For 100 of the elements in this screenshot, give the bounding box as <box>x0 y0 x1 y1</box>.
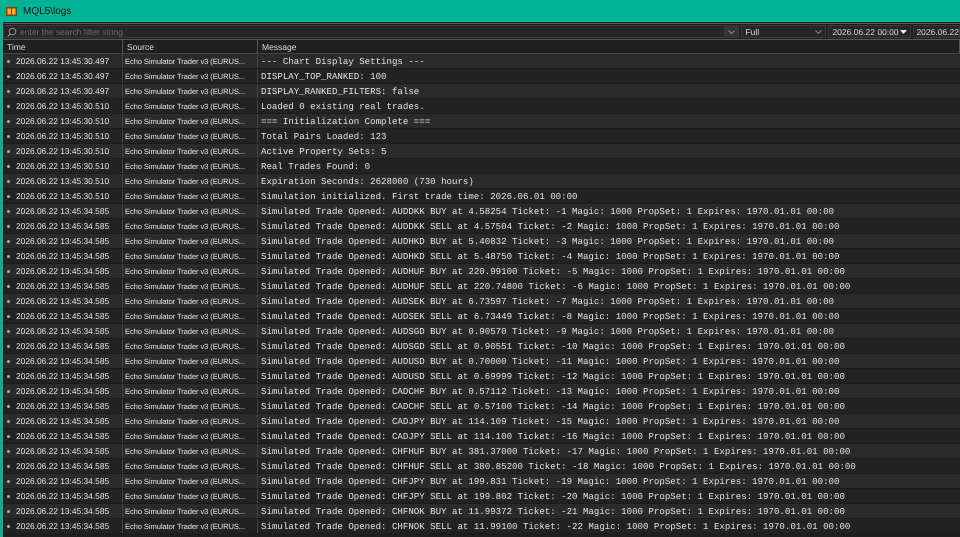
bullet-icon <box>7 344 10 348</box>
message-cell: Simulated Trade Opened: CADJPY SELL at 114.100 Ticket: -16 Magic: 1000 PropSet: 1 Expires: 1970.01.01 00:00 <box>261 430 845 442</box>
message-cell: DISPLAY_RANKED_FILTERS: false <box>261 86 420 96</box>
bullet-icon <box>7 60 10 62</box>
time-cell: 2026.06.22 13:45:34.585 <box>16 461 110 471</box>
book-icon <box>6 6 17 16</box>
bullet-icon <box>7 360 10 362</box>
bullet-icon <box>7 464 10 468</box>
bullet-icon <box>7 330 10 332</box>
bullet-icon <box>7 104 10 108</box>
message-cell: Simulated Trade Opened: AUDUSD SELL at 0.69999 Ticket: -12 Magic: 1000 PropSet: 1 Expires: 1970.01.01 00:00 <box>261 370 845 382</box>
date-to-picker[interactable]: 2026.06.22 <box>913 25 960 38</box>
column-header[interactable]: Time <box>3 40 123 53</box>
time-cell: 2026.06.22 13:45:34.585 <box>16 446 110 456</box>
message-cell: Simulated Trade Opened: CHFHUF SELL at 380.85200 Ticket: -18 Magic: 1000 PropSet: 1 Expires: 1970.01.01 00:00 <box>261 460 856 472</box>
search-bar[interactable]: enter the search filter string <box>3 25 740 38</box>
bullet-icon <box>7 314 10 318</box>
time-cell: 2026.06.22 13:45:30.497 <box>16 56 110 66</box>
bullet-icon <box>7 480 10 482</box>
time-cell: 2026.06.22 13:45:34.585 <box>16 371 110 381</box>
caret-icon <box>900 30 908 34</box>
search-field[interactable]: enter the search filter string <box>20 26 722 36</box>
message-cell: Simulated Trade Opened: CHFHUF BUY at 381.37000 Ticket: -17 Magic: 1000 PropSet: 1 Expires: 1970.01.01 00:00 <box>261 446 850 456</box>
bullet-icon <box>7 404 10 408</box>
time-cell: 2026.06.22 13:45:30.510 <box>16 191 110 201</box>
mode-dropdown[interactable]: Full <box>741 25 826 38</box>
time-cell: 2026.06.22 13:45:34.585 <box>16 506 110 516</box>
time-cell: 2026.06.22 13:45:34.585 <box>16 326 110 336</box>
time-cell: 2026.06.22 13:45:34.585 <box>16 311 110 321</box>
search-icon <box>7 26 17 36</box>
bullet-icon <box>7 194 10 198</box>
column-header[interactable]: Source <box>123 40 258 53</box>
message-cell: Simulated Trade Opened: AUDSGD BUY at 0.90570 Ticket: -9 Magic: 1000 PropSet: 1 Expires: 1970.01.01 00:00 <box>261 326 834 336</box>
bullet-icon <box>7 240 10 242</box>
bullet-icon <box>7 450 10 452</box>
time-cell: 2026.06.22 13:45:34.585 <box>16 236 110 246</box>
message-cell: Simulated Trade Opened: CHFJPY BUY at 199.831 Ticket: -19 Magic: 1000 PropSet: 1 Expires: 1970.01.01 00:00 <box>261 476 840 486</box>
bullet-icon <box>7 210 10 212</box>
message-cell: Loaded 0 existing real trades. <box>261 100 425 112</box>
time-cell: 2026.06.22 13:45:30.510 <box>16 161 110 171</box>
time-cell: 2026.06.22 13:45:34.585 <box>16 206 110 216</box>
message-cell: === Initialization Complete === <box>261 116 430 126</box>
time-cell: 2026.06.22 13:45:34.585 <box>16 476 110 486</box>
bullet-icon <box>7 494 10 498</box>
bullet-icon <box>7 180 10 182</box>
message-cell: Simulated Trade Opened: CADJPY BUY at 114.109 Ticket: -15 Magic: 1000 PropSet: 1 Expires: 1970.01.01 00:00 <box>261 416 840 426</box>
message-cell: Simulated Trade Opened: AUDDKK SELL at 4.57504 Ticket: -2 Magic: 1000 PropSet: 1 Expires: 1970.01.01 00:00 <box>261 220 840 232</box>
time-cell: 2026.06.22 13:45:34.585 <box>16 266 110 276</box>
message-cell: Simulated Trade Opened: AUDUSD BUY at 0.70000 Ticket: -11 Magic: 1000 PropSet: 1 Expires: 1970.01.01 00:00 <box>261 356 840 366</box>
bullet-icon <box>7 434 10 438</box>
message-cell: Simulated Trade Opened: AUDSEK SELL at 6.73449 Ticket: -8 Magic: 1000 PropSet: 1 Expires: 1970.01.01 00:00 <box>261 310 840 322</box>
time-cell: 2026.06.22 13:45:30.510 <box>16 146 110 156</box>
time-cell: 2026.06.22 13:45:34.585 <box>16 521 110 531</box>
time-cell: 2026.06.22 13:45:34.585 <box>16 221 110 231</box>
message-cell: Simulated Trade Opened: AUDHUF SELL at 220.74800 Ticket: -6 Magic: 1000 PropSet: 1 Expires: 1970.01.01 00:00 <box>261 280 850 292</box>
message-cell: Simulated Trade Opened: AUDSGD SELL at 0.90551 Ticket: -10 Magic: 1000 PropSet: 1 Expires: 1970.01.01 00:00 <box>261 340 845 352</box>
bullet-icon <box>7 164 10 168</box>
time-cell: 2026.06.22 13:45:34.585 <box>16 356 110 366</box>
time-cell: 2026.06.22 13:45:34.585 <box>16 491 110 501</box>
time-cell: 2026.06.22 13:45:34.585 <box>16 401 110 411</box>
time-cell: 2026.06.22 13:45:34.585 <box>16 251 110 261</box>
time-cell: 2026.06.22 13:45:30.510 <box>16 116 110 126</box>
message-cell: Total Pairs Loaded: 123 <box>261 130 387 142</box>
bullet-icon <box>7 420 10 422</box>
time-cell: 2026.06.22 13:45:30.497 <box>16 86 110 96</box>
message-cell: Simulated Trade Opened: AUDHUF BUY at 220.99100 Ticket: -5 Magic: 1000 PropSet: 1 Expires: 1970.01.01 00:00 <box>261 266 845 276</box>
bullet-icon <box>7 510 10 512</box>
message-cell: Simulated Trade Opened: CADCHF SELL at 0.57100 Ticket: -14 Magic: 1000 PropSet: 1 Expires: 1970.01.01 00:00 <box>261 400 845 412</box>
bullet-icon <box>7 374 10 378</box>
time-cell: 2026.06.22 13:45:34.585 <box>16 281 110 291</box>
bullet-icon <box>7 284 10 288</box>
column-header[interactable]: Message <box>258 40 960 53</box>
bullet-icon <box>7 524 10 528</box>
message-cell: Simulation initialized. First trade time: 2026.06.01 00:00 <box>261 190 578 202</box>
message-cell: Simulated Trade Opened: CHFJPY SELL at 199.802 Ticket: -20 Magic: 1000 PropSet: 1 Expires: 1970.01.01 00:00 <box>261 490 845 502</box>
time-cell: 2026.06.22 13:45:30.510 <box>16 131 110 141</box>
time-cell: 2026.06.22 13:45:34.585 <box>16 416 110 426</box>
dropdown-chevron-icon[interactable] <box>724 25 738 38</box>
bullet-icon <box>7 254 10 258</box>
time-cell: 2026.06.22 13:45:34.585 <box>16 341 110 351</box>
bullet-icon <box>7 150 10 152</box>
time-cell: 2026.06.22 13:45:30.510 <box>16 101 110 111</box>
bullet-icon <box>7 224 10 228</box>
message-cell: Expiration Seconds: 2628000 (730 hours) <box>261 176 474 186</box>
date-from-picker[interactable]: 2026.06.22 00:00 <box>828 25 912 38</box>
time-cell: 2026.06.22 13:45:30.497 <box>16 71 110 81</box>
window-title: MQL5\logs <box>23 6 72 16</box>
time-cell: 2026.06.22 13:45:30.510 <box>16 176 110 186</box>
message-cell: Simulated Trade Opened: AUDDKK BUY at 4.58254 Ticket: -1 Magic: 1000 PropSet: 1 Expires: 1970.01.01 00:00 <box>261 206 834 216</box>
bullet-icon <box>7 390 10 392</box>
bullet-icon <box>7 270 10 272</box>
bullet-icon <box>7 90 10 92</box>
bullet-icon <box>7 134 10 138</box>
chevron-icon <box>815 30 822 34</box>
bullet-icon <box>7 74 10 78</box>
message-cell: Simulated Trade Opened: CHFNOK BUY at 11.99372 Ticket: -21 Magic: 1000 PropSet: 1 Expires: 1970.01.01 00:00 <box>261 506 845 516</box>
bullet-icon <box>7 120 10 122</box>
message-cell: --- Chart Display Settings --- <box>261 56 425 66</box>
time-cell: 2026.06.22 13:45:34.585 <box>16 296 110 306</box>
message-cell: Real Trades Found: 0 <box>261 160 370 172</box>
